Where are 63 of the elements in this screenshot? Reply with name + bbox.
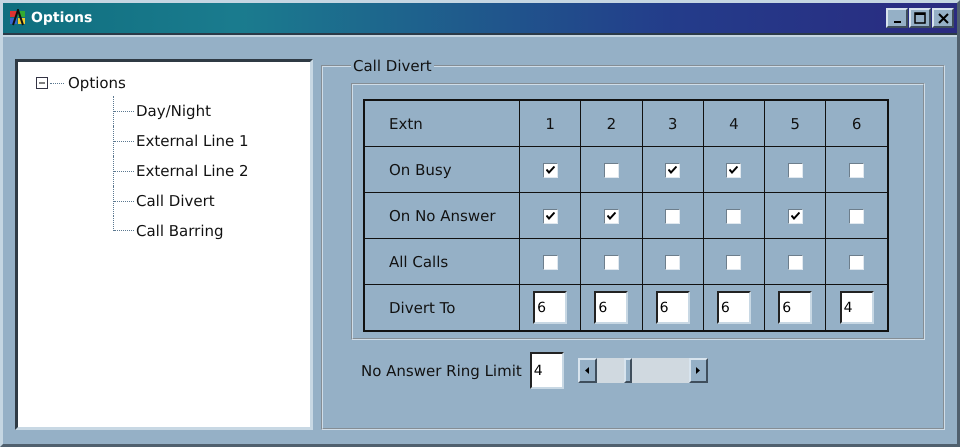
window-title: Options bbox=[31, 10, 94, 26]
divert-field[interactable]: 6 bbox=[778, 291, 812, 324]
row-header: On No Answer bbox=[364, 192, 520, 238]
check-icon bbox=[790, 212, 800, 220]
check-icon bbox=[729, 166, 738, 174]
divert-field[interactable]: 6 bbox=[716, 291, 751, 324]
checkbox[interactable] bbox=[788, 162, 803, 178]
tree-item[interactable]: External Line 2 bbox=[136, 162, 249, 180]
maximize-button[interactable] bbox=[909, 8, 931, 28]
scroll-left-button[interactable] bbox=[578, 358, 597, 383]
close-button[interactable] bbox=[932, 8, 954, 28]
checkbox[interactable] bbox=[788, 254, 803, 270]
checkbox[interactable] bbox=[604, 208, 619, 224]
check-icon bbox=[546, 212, 555, 220]
minimize-button[interactable] bbox=[886, 8, 908, 28]
checkbox[interactable] bbox=[542, 162, 558, 178]
column-header: 3 bbox=[642, 100, 704, 146]
checkbox[interactable] bbox=[665, 208, 680, 224]
left-arrow-icon bbox=[585, 367, 590, 374]
checkbox[interactable] bbox=[849, 208, 864, 224]
checkbox[interactable] bbox=[542, 254, 558, 270]
checkbox[interactable] bbox=[726, 162, 742, 178]
group-title: Call Divert bbox=[352, 57, 433, 75]
scroll-right-button[interactable] bbox=[688, 358, 708, 383]
checkbox[interactable] bbox=[542, 208, 558, 224]
tree-item[interactable]: External Line 1 bbox=[136, 132, 249, 150]
check-icon bbox=[668, 166, 678, 174]
right-arrow-icon bbox=[696, 367, 700, 374]
checkbox[interactable] bbox=[604, 254, 619, 270]
divert-field[interactable]: 4 bbox=[840, 291, 874, 324]
checkbox[interactable] bbox=[726, 254, 742, 270]
column-header: 1 bbox=[520, 100, 581, 146]
column-header: Extn bbox=[364, 100, 520, 146]
maximize-icon bbox=[914, 12, 926, 24]
divert-field[interactable]: 6 bbox=[533, 291, 568, 324]
column-header: 5 bbox=[764, 100, 826, 146]
minimize-icon bbox=[894, 21, 900, 23]
collapse-icon[interactable] bbox=[36, 77, 48, 89]
ring-limit-field[interactable]: 4 bbox=[530, 352, 564, 389]
row-header: On Busy bbox=[364, 146, 520, 192]
checkbox[interactable] bbox=[849, 162, 864, 178]
tree-item[interactable]: Day/Night bbox=[136, 102, 211, 120]
close-icon bbox=[938, 12, 948, 24]
slider-thumb[interactable] bbox=[624, 358, 632, 383]
ring-limit-label: No Answer Ring Limit bbox=[361, 362, 522, 380]
checkbox[interactable] bbox=[788, 208, 803, 224]
checkbox[interactable] bbox=[665, 162, 680, 178]
check-icon bbox=[546, 166, 555, 174]
checkbox[interactable] bbox=[604, 162, 619, 178]
app-icon bbox=[9, 9, 27, 27]
divert-field[interactable]: 6 bbox=[594, 291, 628, 324]
tree-item[interactable]: Call Barring bbox=[136, 222, 224, 240]
divert-field[interactable]: 6 bbox=[656, 291, 690, 324]
checkbox[interactable] bbox=[726, 208, 742, 224]
row-header: All Calls bbox=[364, 238, 520, 284]
check-icon bbox=[606, 212, 616, 220]
column-header: 4 bbox=[703, 100, 765, 146]
tree-item[interactable]: Call Divert bbox=[136, 192, 215, 210]
checkbox[interactable] bbox=[665, 254, 680, 270]
tree-item[interactable]: Options bbox=[68, 74, 126, 92]
ring-limit-slider[interactable] bbox=[578, 358, 708, 383]
column-header: 2 bbox=[580, 100, 642, 146]
checkbox[interactable] bbox=[849, 254, 864, 270]
